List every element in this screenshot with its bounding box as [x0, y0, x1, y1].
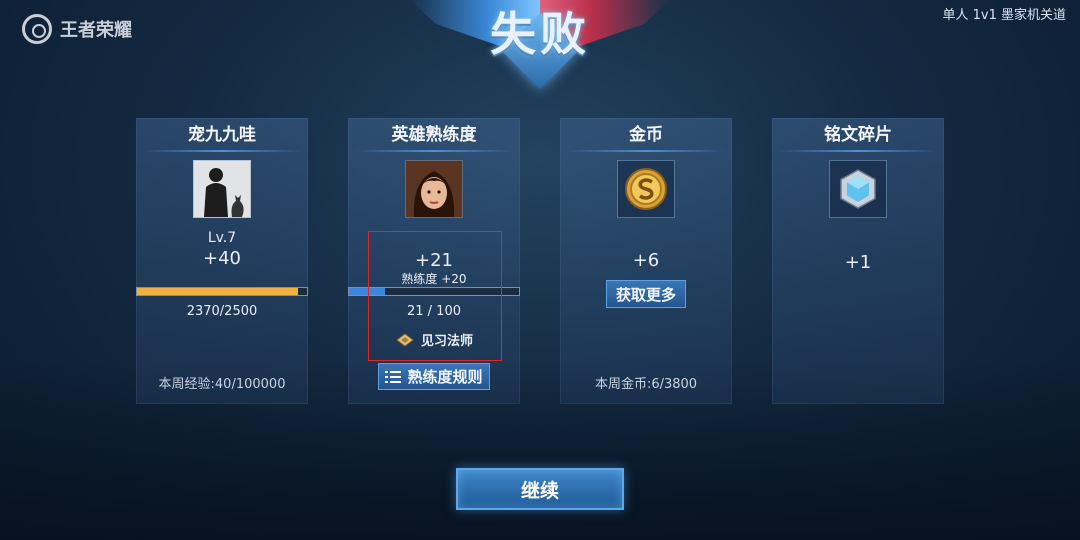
mastery-highlight-box	[368, 231, 502, 361]
continue-button[interactable]: 继续	[456, 468, 624, 510]
coins-gain: +6	[632, 250, 660, 271]
logo-text: 王者荣耀	[60, 20, 132, 41]
player-card: 宠九九哇 Lv.7 +40 2370/2500 本周经验:40/100000	[136, 118, 308, 404]
mastery-rules-label: 熟练度规则	[407, 368, 483, 386]
player-avatar[interactable]	[193, 160, 251, 218]
player-name: 宠九九哇	[188, 125, 256, 145]
inscription-shard-icon	[840, 169, 876, 209]
result-title: 失败	[490, 7, 590, 61]
avatar-silhouette-icon	[194, 161, 250, 217]
gold-coin-icon	[625, 168, 667, 210]
mastery-rules-button[interactable]: 熟练度规则	[378, 363, 490, 390]
list-icon	[385, 370, 402, 383]
hero-portrait-icon	[406, 161, 462, 217]
inscription-card: 铭文碎片 +1	[772, 118, 944, 404]
player-xp-bar	[136, 287, 308, 296]
game-logo: 王者荣耀	[22, 14, 132, 44]
coins-card: 金币 +6 本周金币:6/3800	[560, 118, 732, 404]
inscription-title: 铭文碎片	[824, 125, 892, 145]
get-more-coins-button[interactable]: 获取更多	[606, 280, 686, 308]
player-level: Lv.7	[207, 230, 237, 246]
hero-avatar[interactable]	[405, 160, 463, 218]
inscription-icon-box	[829, 160, 887, 218]
coin-icon-box	[617, 160, 675, 218]
logo-icon	[22, 14, 52, 44]
coins-title: 金币	[629, 125, 663, 145]
player-xp-text: 2370/2500	[186, 304, 258, 319]
inscription-gain: +1	[844, 252, 872, 273]
result-banner: 失败	[410, 0, 670, 90]
player-xp-gain: +40	[203, 248, 241, 269]
player-weekly-xp: 本周经验:40/100000	[158, 377, 286, 392]
game-mode-label: 单人 1v1 墨家机关道	[942, 8, 1066, 23]
coins-weekly: 本周金币:6/3800	[594, 377, 698, 392]
mastery-title: 英雄熟练度	[391, 125, 477, 145]
